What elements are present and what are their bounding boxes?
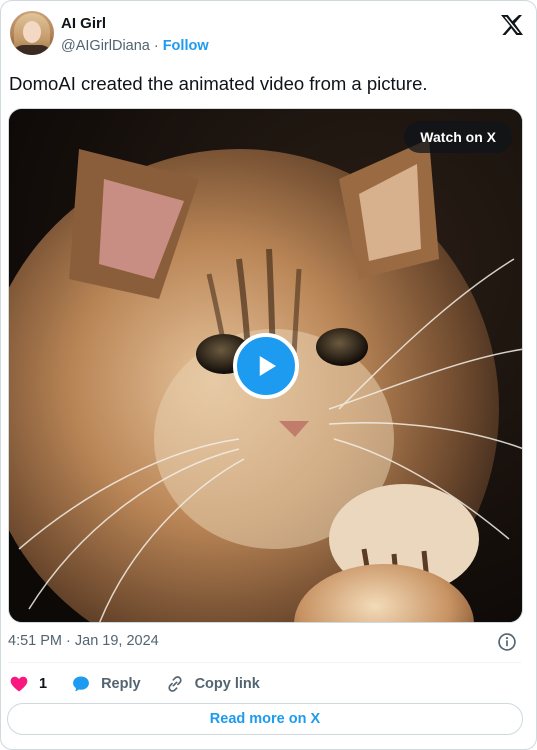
read-more-button[interactable]: Read more on X <box>7 703 523 735</box>
author-name[interactable]: AI Girl <box>61 15 106 32</box>
tweet-card: AI Girl @AIGirlDiana · Follow DomoAI cre… <box>0 0 537 750</box>
play-button[interactable] <box>233 333 299 399</box>
action-bar: 1 Reply Copy link <box>9 673 284 695</box>
heart-icon <box>10 676 28 692</box>
like-count: 1 <box>39 676 48 692</box>
watch-on-x-button[interactable]: Watch on X <box>404 121 512 153</box>
author-handle-row: @AIGirlDiana · Follow <box>61 38 209 54</box>
like-button[interactable]: 1 <box>9 674 47 694</box>
link-icon <box>167 676 182 692</box>
follow-button[interactable]: Follow <box>163 38 209 54</box>
author-handle[interactable]: @AIGirlDiana <box>61 38 150 54</box>
video-media[interactable]: Watch on X <box>8 108 523 623</box>
tweet-text: DomoAI created the animated video from a… <box>9 73 428 94</box>
handle-separator: · <box>153 38 159 54</box>
reply-label: Reply <box>101 676 141 692</box>
x-logo-icon[interactable] <box>500 13 524 37</box>
reply-bubble-icon <box>73 676 89 692</box>
copy-link-button[interactable]: Copy link <box>165 674 260 694</box>
copy-link-label: Copy link <box>194 676 260 692</box>
info-icon[interactable] <box>497 632 517 652</box>
avatar-face <box>23 21 41 43</box>
play-icon <box>259 356 276 376</box>
tweet-timestamp[interactable]: 4:51 PM · Jan 19, 2024 <box>8 633 159 649</box>
avatar-shirt <box>10 45 54 55</box>
divider <box>8 662 521 663</box>
reply-button[interactable]: Reply <box>71 674 141 694</box>
avatar[interactable] <box>10 11 54 55</box>
